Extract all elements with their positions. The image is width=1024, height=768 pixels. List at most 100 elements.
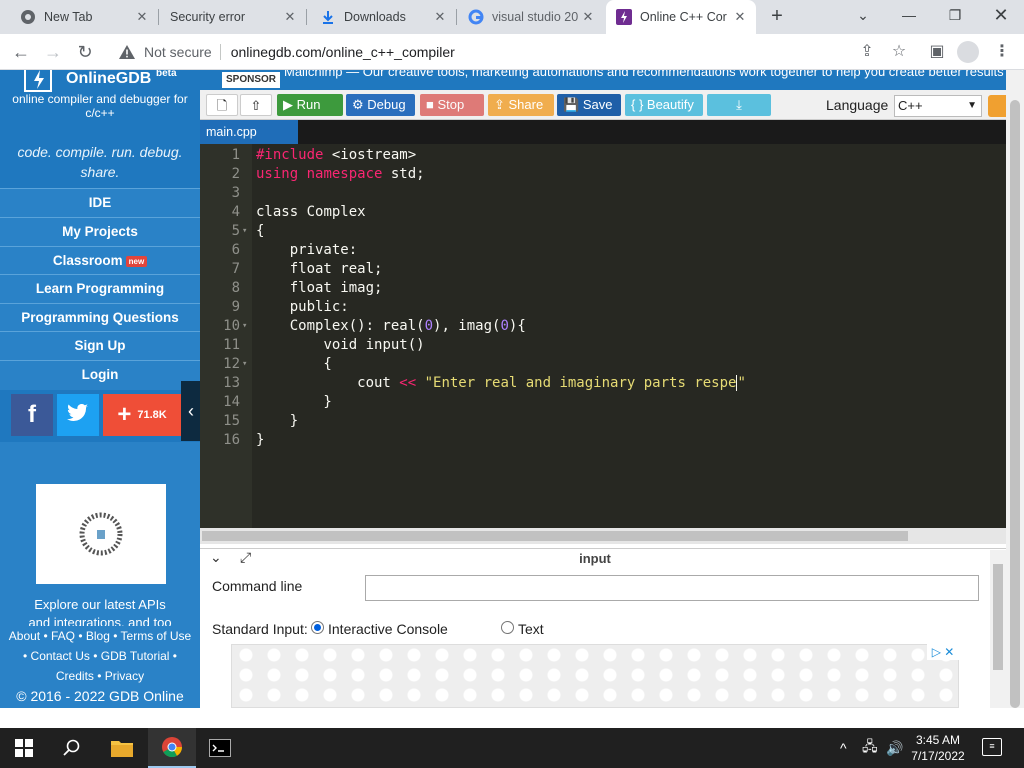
twitter-share-button[interactable] (57, 394, 99, 436)
advertisement-banner[interactable] (231, 644, 959, 708)
tab-downloads[interactable]: Downloads ✕ (308, 0, 456, 34)
code-line[interactable]: class Complex (256, 203, 1004, 222)
folder-icon (111, 741, 133, 757)
tray-chevron-up-icon[interactable]: ^ (840, 728, 847, 768)
start-button[interactable] (0, 728, 48, 768)
code-line[interactable]: void input() (256, 336, 1004, 355)
debug-button[interactable]: ⚙ Debug (346, 94, 415, 116)
bookmark-star-icon[interactable]: ☆ (888, 41, 910, 63)
code-line[interactable]: #include <iostream> (256, 146, 1004, 165)
code-line[interactable]: private: (256, 241, 1004, 260)
tab-visual-studio[interactable]: visual studio 20 ✕ (458, 0, 604, 34)
io-vertical-scrollbar[interactable] (990, 550, 1006, 708)
code-line[interactable]: } (256, 431, 1004, 450)
footer-line-2[interactable]: • Contact Us • GDB Tutorial • (0, 646, 200, 666)
more-share-button[interactable]: + 71.8K (103, 394, 181, 436)
settings-gear-icon[interactable] (988, 95, 1006, 117)
address-bar[interactable]: Not secure onlinegdb.com/online_c++_comp… (106, 38, 916, 66)
sidebar-item-classroom[interactable]: Classroom new (0, 246, 200, 274)
code-line[interactable]: using namespace std; (256, 165, 1004, 184)
tab-online-cpp[interactable]: Online C++ Cor ✕ (606, 0, 756, 34)
system-clock[interactable]: 3:45 AM 7/17/2022 (906, 732, 970, 764)
fold-arrow-icon[interactable]: ▾ (242, 222, 247, 241)
footer-line-3[interactable]: Credits • Privacy (0, 666, 200, 686)
language-select[interactable]: C++ ▼ (894, 95, 982, 117)
close-icon[interactable]: ✕ (432, 9, 448, 25)
terminal-taskbar-button[interactable] (196, 728, 244, 768)
new-file-button[interactable]: 🗋 (206, 94, 238, 116)
forward-button[interactable]: → (40, 39, 66, 65)
new-tab-button[interactable]: + (766, 6, 788, 28)
volume-icon[interactable]: 🔊 (886, 728, 903, 768)
sidebar-item-learn-programming[interactable]: Learn Programming (0, 274, 200, 302)
code-line[interactable]: float imag; (256, 279, 1004, 298)
footer-line-1[interactable]: About • FAQ • Blog • Terms of Use (0, 626, 200, 646)
sidebar-item-sign-up[interactable]: Sign Up (0, 331, 200, 359)
interactive-console-radio[interactable] (311, 621, 324, 634)
code-line[interactable]: } (256, 393, 1004, 412)
sidebar-item-programming-questions[interactable]: Programming Questions (0, 303, 200, 331)
text-label[interactable]: Text (518, 621, 544, 637)
code-editor[interactable]: 1 #include <iostream> 2 using namespace std… (200, 144, 1006, 532)
code-line[interactable]: } (256, 412, 1004, 431)
upload-button[interactable]: ⇧ (240, 94, 272, 116)
profile-avatar[interactable] (957, 41, 979, 63)
promo-image[interactable] (36, 484, 166, 584)
close-window-button[interactable]: ✕ (978, 0, 1024, 30)
code-line[interactable]: { (256, 222, 1004, 241)
code-line[interactable]: cout << "Enter real and imaginary parts … (256, 374, 1004, 393)
side-panel-icon[interactable]: ▣ (926, 41, 948, 63)
scrollbar-thumb[interactable] (993, 564, 1003, 670)
close-icon[interactable]: ✕ (134, 9, 150, 25)
tab-new-tab[interactable]: New Tab ✕ (0, 0, 158, 34)
maximize-button[interactable]: ❐ (932, 0, 978, 30)
tab-security-error[interactable]: Security error ✕ (160, 0, 306, 34)
code-line[interactable]: float real; (256, 260, 1004, 279)
menu-kebab-icon[interactable]: ⋮ (991, 41, 1013, 63)
close-icon[interactable]: ✕ (580, 9, 596, 25)
download-button[interactable]: ⤓ (707, 94, 771, 116)
file-explorer-button[interactable] (98, 728, 146, 768)
text-radio[interactable] (501, 621, 514, 634)
save-label: Save (582, 97, 613, 112)
url-text[interactable]: onlinegdb.com/online_c++_compiler (231, 44, 455, 60)
command-line-input[interactable] (365, 575, 979, 601)
not-secure-label[interactable]: Not secure (144, 44, 212, 60)
interactive-console-label[interactable]: Interactive Console (328, 621, 448, 637)
chrome-taskbar-button[interactable] (148, 728, 196, 768)
share-button[interactable]: ⇪ Share (488, 94, 554, 116)
share-page-icon[interactable]: ⇪ (856, 41, 878, 63)
ad-choices-icon[interactable]: ▷ ✕ (927, 644, 959, 660)
notification-icon[interactable]: ≡ (982, 738, 1002, 756)
run-button[interactable]: ▶ Run (277, 94, 343, 116)
code-line[interactable]: public: (256, 298, 1004, 317)
scrollbar-thumb[interactable] (202, 531, 908, 541)
collapse-sidebar-chevron-icon[interactable]: ‹ (181, 381, 201, 441)
sponsor-bar[interactable]: SPONSOR Mailchimp — Our creative tools, … (200, 70, 1006, 90)
brand-block[interactable]: OnlineGDB beta online compiler and debug… (0, 70, 200, 188)
close-icon[interactable]: ✕ (732, 9, 748, 25)
facebook-share-button[interactable]: f (11, 394, 53, 436)
scrollbar-thumb[interactable] (1010, 100, 1020, 708)
sidebar-item-login[interactable]: Login (0, 360, 200, 388)
back-button[interactable]: ← (8, 39, 34, 65)
page-vertical-scrollbar[interactable] (1006, 70, 1024, 708)
code-line[interactable]: { (256, 355, 1004, 374)
save-button[interactable]: 💾 Save (557, 94, 621, 116)
stop-button[interactable]: ■ Stop (420, 94, 484, 116)
beautify-button[interactable]: { } Beautify (625, 94, 703, 116)
sidebar-item-ide[interactable]: IDE (0, 188, 200, 216)
fold-arrow-icon[interactable]: ▾ (242, 317, 247, 336)
search-button[interactable] (48, 728, 96, 768)
network-icon[interactable]: 🖧 (862, 728, 878, 768)
code-line[interactable]: Complex(): real(0), imag(0){ (256, 317, 1004, 336)
sidebar-item-my-projects[interactable]: My Projects (0, 217, 200, 245)
tab-search-chevron-icon[interactable]: ⌄ (840, 0, 886, 30)
minimize-button[interactable]: — (886, 0, 932, 30)
editor-horizontal-scrollbar[interactable] (200, 528, 1006, 544)
file-tab-main-cpp[interactable]: main.cpp (200, 120, 298, 144)
code-line[interactable] (256, 184, 1004, 203)
fold-arrow-icon[interactable]: ▾ (242, 355, 247, 374)
reload-button[interactable]: ↻ (72, 39, 98, 65)
close-icon[interactable]: ✕ (282, 9, 298, 25)
